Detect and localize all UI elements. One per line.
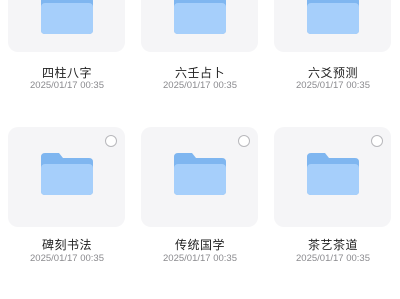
folder-date: 2025/01/17 00:35	[30, 253, 104, 264]
checkbox-circle-icon[interactable]	[238, 135, 250, 147]
folder-name: 碑刻书法	[41, 238, 92, 252]
folder-icon	[39, 151, 95, 197]
folder-date: 2025/01/17 00:35	[296, 253, 370, 264]
folder-tile-chuantong-guoxue[interactable]	[141, 127, 258, 227]
folder-date: 2025/01/17 00:35	[163, 253, 237, 264]
folder-tile-beike-shufa[interactable]	[8, 127, 125, 227]
folder-name: 茶艺茶道	[307, 238, 358, 252]
folder-name: 传统国学	[174, 238, 225, 252]
folder-icon	[305, 151, 361, 197]
folder-icon	[172, 151, 228, 197]
checkbox-circle-icon[interactable]	[105, 135, 117, 147]
file-grid: 四柱八字 2025/01/17 00:35 六壬占卜 2025/01/17 00…	[0, 0, 400, 299]
checkbox-circle-icon[interactable]	[371, 135, 383, 147]
folder-tile-chayi-chadao[interactable]	[274, 127, 391, 227]
